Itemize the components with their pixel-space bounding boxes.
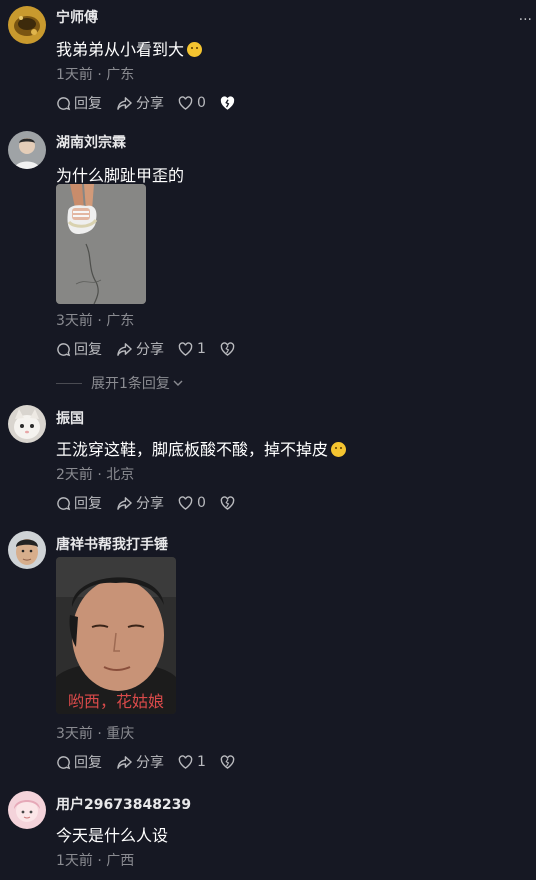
share-label: 分享 bbox=[136, 496, 164, 512]
reply-bubble-icon bbox=[57, 755, 71, 769]
dislike-button[interactable] bbox=[220, 342, 238, 356]
chevron-down-icon bbox=[173, 380, 183, 386]
share-arrow-icon bbox=[117, 96, 132, 110]
share-button[interactable]: 分享 bbox=[116, 493, 164, 513]
share-arrow-icon bbox=[117, 755, 132, 769]
comment-meta: 1天前 · 广东 bbox=[56, 67, 135, 83]
comment-meta: 3天前 · 重庆 bbox=[56, 726, 135, 742]
share-label: 分享 bbox=[136, 342, 164, 358]
comment-actions: 回复 分享 0 bbox=[56, 93, 252, 113]
avatar[interactable] bbox=[8, 6, 46, 44]
heart-icon bbox=[178, 96, 193, 110]
share-button[interactable]: 分享 bbox=[116, 93, 164, 113]
comment-text: 我弟弟从小看到大 bbox=[56, 36, 203, 60]
reply-bubble-icon bbox=[57, 342, 71, 356]
share-button[interactable]: 分享 bbox=[116, 752, 164, 772]
reply-label: 回复 bbox=[74, 342, 102, 358]
avatar[interactable] bbox=[8, 405, 46, 443]
comment-text-body: 王泷穿这鞋，脚底板酸不酸，掉不掉皮 bbox=[56, 440, 329, 459]
like-button[interactable]: 0 bbox=[178, 95, 206, 111]
comment-username[interactable]: 唐祥书帮我打手锤 bbox=[56, 534, 168, 554]
comment-username[interactable]: 振国 bbox=[56, 408, 84, 428]
reply-label: 回复 bbox=[74, 496, 102, 512]
comment-actions: 回复 分享 0 bbox=[56, 493, 252, 513]
like-count: 0 bbox=[197, 495, 206, 511]
dislike-button[interactable] bbox=[220, 96, 238, 110]
comment-text: 今天是什么人设 bbox=[56, 826, 169, 845]
heart-icon bbox=[178, 342, 193, 356]
share-arrow-icon bbox=[117, 496, 132, 510]
share-button[interactable]: 分享 bbox=[116, 339, 164, 359]
share-label: 分享 bbox=[136, 96, 164, 112]
comment-username[interactable]: 用户29673848239 bbox=[56, 794, 191, 814]
reply-button[interactable]: 回复 bbox=[56, 93, 102, 113]
comment-actions: 回复 分享 1 bbox=[56, 752, 252, 772]
comment-image[interactable]: 哟西，花姑娘 bbox=[56, 557, 176, 714]
like-count: 0 bbox=[197, 95, 206, 111]
broken-heart-icon bbox=[220, 755, 235, 769]
expand-replies-button[interactable]: 展开1条回复 bbox=[56, 373, 184, 393]
like-button[interactable]: 1 bbox=[178, 341, 206, 357]
broken-heart-icon bbox=[220, 96, 235, 110]
avatar[interactable] bbox=[8, 791, 46, 829]
like-count: 1 bbox=[197, 341, 206, 357]
reply-label: 回复 bbox=[74, 755, 102, 771]
reply-button[interactable]: 回复 bbox=[56, 339, 102, 359]
smiling-face-emoji-icon bbox=[187, 42, 203, 57]
comment-meta: 3天前 · 广东 bbox=[56, 313, 135, 329]
like-button[interactable]: 1 bbox=[178, 754, 206, 770]
image-caption: 哟西，花姑娘 bbox=[68, 692, 164, 711]
comment-actions: 回复 分享 1 bbox=[56, 339, 252, 359]
share-arrow-icon bbox=[117, 342, 132, 356]
avatar[interactable] bbox=[8, 531, 46, 569]
reply-bubble-icon bbox=[57, 496, 71, 510]
expand-divider bbox=[56, 382, 82, 384]
comment-meta: 1天前 · 广西 bbox=[56, 853, 135, 869]
comment-image[interactable] bbox=[56, 184, 146, 304]
avatar[interactable] bbox=[8, 131, 46, 169]
comment-text: 王泷穿这鞋，脚底板酸不酸，掉不掉皮 bbox=[56, 436, 347, 460]
reply-bubble-icon bbox=[57, 96, 71, 110]
thinking-face-emoji-icon bbox=[331, 442, 347, 457]
like-button[interactable]: 0 bbox=[178, 495, 206, 511]
broken-heart-icon bbox=[220, 496, 235, 510]
broken-heart-icon bbox=[220, 342, 235, 356]
dislike-button[interactable] bbox=[220, 755, 238, 769]
heart-icon bbox=[178, 755, 193, 769]
comment-meta: 2天前 · 北京 bbox=[56, 467, 135, 483]
heart-icon bbox=[178, 496, 193, 510]
more-options-icon[interactable]: ··· bbox=[519, 12, 532, 28]
comment-text-body: 我弟弟从小看到大 bbox=[56, 40, 185, 59]
like-count: 1 bbox=[197, 754, 206, 770]
reply-button[interactable]: 回复 bbox=[56, 752, 102, 772]
expand-replies-label: 展开1条回复 bbox=[91, 376, 170, 392]
dislike-button[interactable] bbox=[220, 496, 238, 510]
comment-username[interactable]: 湖南刘宗霖 bbox=[56, 132, 126, 152]
reply-button[interactable]: 回复 bbox=[56, 493, 102, 513]
reply-label: 回复 bbox=[74, 96, 102, 112]
share-label: 分享 bbox=[136, 755, 164, 771]
comment-username[interactable]: 宁师傅 bbox=[56, 7, 98, 27]
comment-text: 为什么脚趾甲歪的 bbox=[56, 166, 185, 185]
